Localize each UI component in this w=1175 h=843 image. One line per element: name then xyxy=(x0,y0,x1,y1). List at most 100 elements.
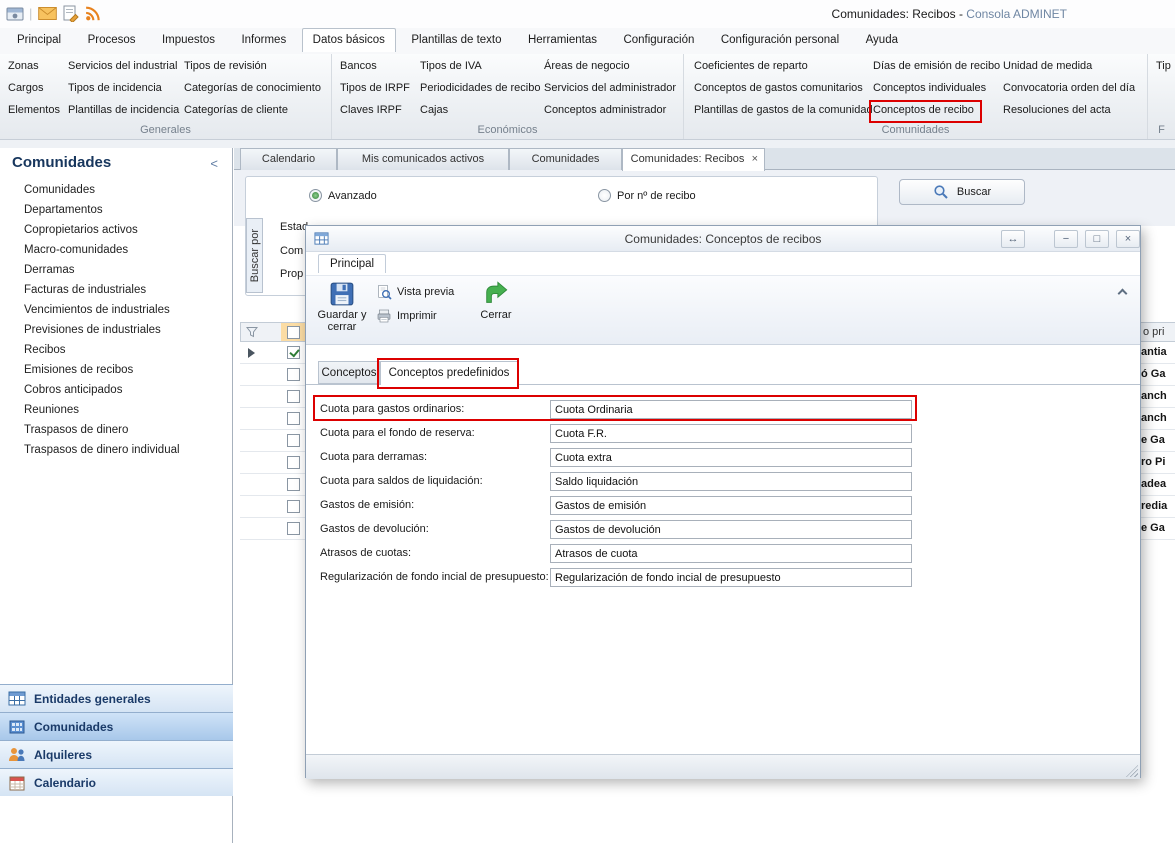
nav-calendario[interactable]: Calendario xyxy=(0,768,233,796)
vista-previa-button[interactable]: Vista previa xyxy=(376,282,454,302)
menu-tab-principal[interactable]: Principal xyxy=(6,28,72,51)
sidebar-item-recibos[interactable]: Recibos xyxy=(0,340,232,360)
ribbon-item-plantillas-gastos-comunidad[interactable]: Plantillas de gastos de la comunidad xyxy=(694,104,873,116)
tab-conceptos[interactable]: Conceptos xyxy=(318,361,380,384)
resize-grip[interactable] xyxy=(1126,765,1138,777)
input-cuota-gastos-ordinarios[interactable] xyxy=(550,400,912,419)
ribbon-item-categorias-cliente[interactable]: Categorías de cliente xyxy=(184,104,288,116)
grid-row[interactable]: anch xyxy=(1141,386,1175,408)
sidebar-item-facturas-industriales[interactable]: Facturas de industriales xyxy=(0,280,232,300)
ribbon-item-cajas[interactable]: Cajas xyxy=(420,104,448,116)
ribbon-item-elementos[interactable]: Elementos xyxy=(8,104,60,116)
input-cuota-fondo-reserva[interactable] xyxy=(550,424,912,443)
close-icon[interactable]: × xyxy=(1116,230,1140,248)
ribbon-item-zonas[interactable]: Zonas xyxy=(8,60,39,72)
window-capture-icon[interactable] xyxy=(6,5,24,23)
tab-close-icon[interactable]: × xyxy=(752,149,758,170)
ribbon-item-bancos[interactable]: Bancos xyxy=(340,60,377,72)
row-checkbox[interactable] xyxy=(287,500,300,513)
announcement-feed-icon[interactable] xyxy=(84,5,101,22)
sidebar-item-comunidades[interactable]: Comunidades xyxy=(0,180,232,200)
ribbon-item-categorias-conocimiento[interactable]: Categorías de conocimiento xyxy=(184,82,321,94)
ribbon-item-tipos-incidencia[interactable]: Tipos de incidencia xyxy=(68,82,162,94)
ribbon-item-conceptos-gastos-comunitarios[interactable]: Conceptos de gastos comunitarios xyxy=(694,82,863,94)
filter-funnel-icon[interactable] xyxy=(246,326,258,338)
ribbon-item-conceptos-administrador[interactable]: Conceptos administrador xyxy=(544,104,666,116)
menu-tab-datos-basicos[interactable]: Datos básicos xyxy=(302,28,396,52)
radio-avanzado-control[interactable] xyxy=(309,189,322,202)
grid-row[interactable]: anch xyxy=(1141,408,1175,430)
menu-tab-impuestos[interactable]: Impuestos xyxy=(151,28,226,51)
ribbon-item-conceptos-individuales[interactable]: Conceptos individuales xyxy=(873,82,986,94)
mail-icon[interactable] xyxy=(38,7,57,20)
dialog-ribbon-tab-principal[interactable]: Principal xyxy=(318,254,386,273)
sidebar-item-reuniones[interactable]: Reuniones xyxy=(0,400,232,420)
cerrar-button[interactable]: Cerrar xyxy=(468,277,524,343)
ribbon-item-convocatoria-orden-dia[interactable]: Convocatoria orden del día xyxy=(1003,82,1135,94)
dialog-titlebar[interactable]: Comunidades: Conceptos de recibos ↔ − □ … xyxy=(306,226,1140,252)
row-checkbox-checked[interactable] xyxy=(287,346,300,359)
nav-alquileres[interactable]: Alquileres xyxy=(0,740,233,768)
buscar-por-vertical-tab[interactable]: Buscar por xyxy=(246,218,263,293)
doc-tab-comunidades[interactable]: Comunidades xyxy=(509,148,622,170)
sidebar-collapse-icon[interactable]: < xyxy=(210,156,218,171)
input-saldos-liquidacion[interactable] xyxy=(550,472,912,491)
row-checkbox[interactable] xyxy=(287,368,300,381)
ribbon-collapse-chevron-icon[interactable] xyxy=(1112,284,1132,298)
ribbon-item-servicios-administrador[interactable]: Servicios del administrador xyxy=(544,82,676,94)
grid-row[interactable]: adea xyxy=(1141,474,1175,496)
sidebar-item-macro-comunidades[interactable]: Macro-comunidades xyxy=(0,240,232,260)
sidebar-item-traspasos-dinero-individual[interactable]: Traspasos de dinero individual xyxy=(0,440,232,460)
sidebar-item-cobros-anticipados[interactable]: Cobros anticipados xyxy=(0,380,232,400)
ribbon-item-tipos-revision[interactable]: Tipos de revisión xyxy=(184,60,267,72)
ribbon-item-partial[interactable]: Tip xyxy=(1156,60,1171,72)
nav-comunidades[interactable]: Comunidades xyxy=(0,712,233,740)
input-regularizacion-fondo[interactable] xyxy=(550,568,912,587)
row-checkbox[interactable] xyxy=(287,434,300,447)
maximize-icon[interactable]: □ xyxy=(1085,230,1109,248)
grid-row[interactable]: ó Ga xyxy=(1141,364,1175,386)
ribbon-item-areas-negocio[interactable]: Áreas de negocio xyxy=(544,60,630,72)
menu-tab-configuracion-personal[interactable]: Configuración personal xyxy=(710,28,850,51)
doc-tab-comunidades-recibos[interactable]: Comunidades: Recibos × xyxy=(622,148,765,171)
input-gastos-devolucion[interactable] xyxy=(550,520,912,539)
menu-tab-configuracion[interactable]: Configuración xyxy=(612,28,705,51)
ribbon-item-tipos-irpf[interactable]: Tipos de IRPF xyxy=(340,82,410,94)
buscar-button[interactable]: Buscar xyxy=(899,179,1025,205)
row-checkbox[interactable] xyxy=(287,522,300,535)
input-cuota-derramas[interactable] xyxy=(550,448,912,467)
grid-row[interactable]: ro Pi xyxy=(1141,452,1175,474)
sidebar-item-vencimientos-industriales[interactable]: Vencimientos de industriales xyxy=(0,300,232,320)
grid-row[interactable]: e Ga xyxy=(1141,518,1175,540)
menu-tab-plantillas-texto[interactable]: Plantillas de texto xyxy=(400,28,512,51)
menu-tab-herramientas[interactable]: Herramientas xyxy=(517,28,608,51)
dock-arrows-icon[interactable]: ↔ xyxy=(1001,230,1025,248)
ribbon-item-dias-emision-recibo[interactable]: Días de emisión de recibo xyxy=(873,60,1000,72)
ribbon-item-periodicidades-recibo[interactable]: Periodicidades de recibo xyxy=(420,82,540,94)
guardar-y-cerrar-button[interactable]: Guardar y cerrar xyxy=(314,277,370,343)
ribbon-item-conceptos-de-recibo[interactable]: Conceptos de recibo xyxy=(873,104,974,116)
ribbon-item-resoluciones-acta[interactable]: Resoluciones del acta xyxy=(1003,104,1111,116)
ribbon-item-coeficientes-reparto[interactable]: Coeficientes de reparto xyxy=(694,60,808,72)
imprimir-button[interactable]: Imprimir xyxy=(376,306,437,326)
row-checkbox[interactable] xyxy=(287,456,300,469)
ribbon-item-claves-irpf[interactable]: Claves IRPF xyxy=(340,104,402,116)
minimize-icon[interactable]: − xyxy=(1054,230,1078,248)
radio-por-numero-recibo[interactable]: Por nº de recibo xyxy=(598,187,696,205)
grid-select-all-checkbox[interactable] xyxy=(287,326,300,339)
radio-avanzado[interactable]: Avanzado xyxy=(309,187,377,205)
row-checkbox[interactable] xyxy=(287,412,300,425)
sidebar-item-copropietarios-activos[interactable]: Copropietarios activos xyxy=(0,220,232,240)
grid-row[interactable]: antia xyxy=(1141,342,1175,364)
input-gastos-emision[interactable] xyxy=(550,496,912,515)
radio-por-numero-control[interactable] xyxy=(598,189,611,202)
sidebar-item-traspasos-dinero[interactable]: Traspasos de dinero xyxy=(0,420,232,440)
menu-tab-informes[interactable]: Informes xyxy=(230,28,297,51)
row-checkbox[interactable] xyxy=(287,478,300,491)
doc-tab-mis-comunicados[interactable]: Mis comunicados activos xyxy=(337,148,509,170)
grid-row[interactable]: e Ga xyxy=(1141,430,1175,452)
sidebar-item-emisiones-recibos[interactable]: Emisiones de recibos xyxy=(0,360,232,380)
ribbon-item-cargos[interactable]: Cargos xyxy=(8,82,43,94)
sidebar-item-derramas[interactable]: Derramas xyxy=(0,260,232,280)
ribbon-item-unidad-medida[interactable]: Unidad de medida xyxy=(1003,60,1092,72)
